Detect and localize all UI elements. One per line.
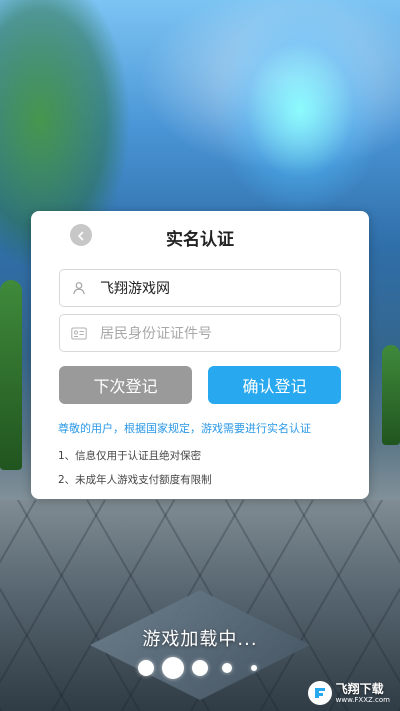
name-field-value: 飞翔游戏网	[100, 281, 170, 297]
watermark-url: www.FXXZ.com	[335, 695, 390, 704]
rule-item: 1、信息仅用于认证且绝对保密	[58, 450, 202, 462]
site-watermark: 飞翔下载 www.FXXZ.com	[307, 681, 390, 705]
user-icon	[71, 280, 87, 296]
id-number-field[interactable]: 居民身份证证件号	[59, 314, 341, 352]
register-later-button[interactable]: 下次登记	[59, 366, 192, 404]
id-card-icon	[71, 325, 87, 341]
background-tree-right	[382, 345, 400, 445]
loading-dot	[138, 660, 154, 676]
id-number-placeholder: 居民身份证证件号	[100, 326, 212, 342]
watermark-title: 飞翔下载	[335, 681, 384, 696]
loading-dot	[251, 665, 257, 671]
real-name-auth-dialog: 实名认证 飞翔游戏网 居民身份证证件号 下次登记 确认登记 尊敬的用户，根据国家…	[31, 211, 369, 499]
dialog-title: 实名认证	[166, 230, 234, 250]
loading-text: 游戏加载中...	[142, 629, 258, 650]
loading-dot-active	[162, 657, 184, 679]
confirm-register-button[interactable]: 确认登记	[208, 366, 341, 404]
auth-notice: 尊敬的用户，根据国家规定，游戏需要进行实名认证	[58, 422, 311, 435]
loading-dot	[192, 660, 208, 676]
name-field[interactable]: 飞翔游戏网	[59, 269, 341, 307]
background-tree-left	[0, 280, 22, 470]
rule-item: 2、未成年人游戏支付额度有限制	[58, 474, 212, 486]
loading-indicator	[0, 655, 400, 679]
loading-dot	[222, 663, 232, 673]
watermark-text: 飞翔下载 www.FXXZ.com	[335, 681, 390, 704]
watermark-logo-icon	[307, 681, 332, 705]
